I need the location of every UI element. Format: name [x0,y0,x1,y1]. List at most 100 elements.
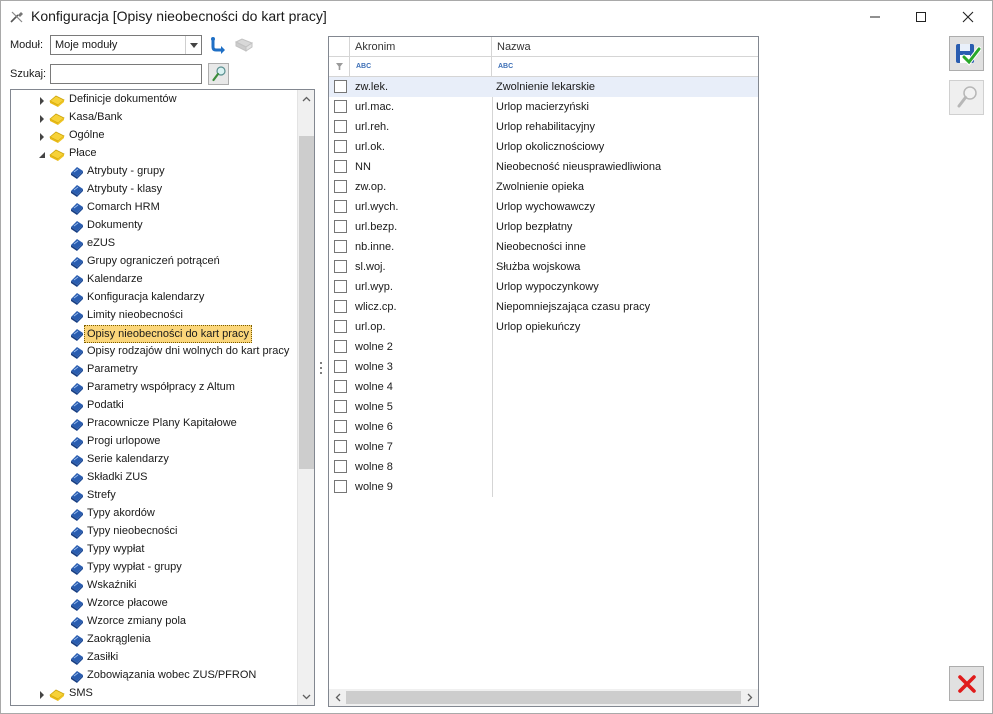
tree-item[interactable]: Konfiguracja kalendarzy [11,289,297,307]
grid-row[interactable]: wolne 4 [329,377,758,397]
grid-row[interactable]: wolne 9 [329,477,758,497]
grid-row[interactable]: zw.lek. Zwolnienie lekarskie [329,77,758,97]
search-button[interactable] [208,63,229,85]
scroll-right-icon[interactable] [741,689,758,706]
tree-item[interactable]: Wskaźniki [11,577,297,595]
tree-item[interactable]: Zaokrąglenia [11,631,297,649]
row-checkbox[interactable] [334,200,347,213]
grid-row[interactable]: wolne 7 [329,437,758,457]
configuration-tree[interactable]: Definicje dokumentów Kasa/Bank Ogólne Płace… [10,89,315,706]
grid-row[interactable]: url.bezp. Urlop bezpłatny [329,217,758,237]
row-checkbox[interactable] [334,320,347,333]
grid-row[interactable]: url.wyp. Urlop wypoczynkowy [329,277,758,297]
row-checkbox[interactable] [334,100,347,113]
row-checkbox[interactable] [334,80,347,93]
module-edit-button[interactable] [234,35,254,55]
grid-scroll-thumb[interactable] [346,691,741,704]
tree-item[interactable]: Zasiłki [11,649,297,667]
row-checkbox[interactable] [334,260,347,273]
grid-row[interactable]: wolne 3 [329,357,758,377]
tree-item[interactable]: Parametry [11,361,297,379]
tree-item[interactable]: Typy wypłat - grupy [11,559,297,577]
filter-cell-nazwa[interactable]: ABC [492,57,758,76]
expanded-arrow-icon[interactable] [38,150,46,158]
tree-item[interactable]: Opisy nieobecności do kart pracy [11,325,297,343]
row-checkbox[interactable] [334,480,347,493]
row-checkbox[interactable] [334,420,347,433]
scroll-up-icon[interactable] [298,90,314,107]
row-checkbox[interactable] [334,400,347,413]
tree-item[interactable]: Atrybuty - grupy [11,163,297,181]
collapsed-arrow-icon[interactable] [38,114,46,123]
grid-horizontal-scrollbar[interactable] [329,689,758,706]
tree-item[interactable]: Parametry współpracy z Altum [11,379,297,397]
tree-group[interactable]: Kasa/Bank [11,109,297,127]
row-checkbox[interactable] [334,140,347,153]
row-checkbox[interactable] [334,360,347,373]
collapsed-arrow-icon[interactable] [38,96,46,105]
grid-row[interactable]: wolne 5 [329,397,758,417]
panel-splitter-handle[interactable] [319,359,323,377]
grid-row[interactable]: nb.inne. Nieobecności inne [329,237,758,257]
tree-item[interactable]: Kalendarze [11,271,297,289]
row-checkbox[interactable] [334,220,347,233]
absences-grid[interactable]: Akronim Nazwa ABC ABC zw.lek. Zwolnienie … [328,36,759,707]
tree-group[interactable]: Płace [11,145,297,163]
row-checkbox[interactable] [334,160,347,173]
tree-item[interactable]: Dokumenty [11,217,297,235]
maximize-button[interactable] [898,1,944,32]
row-checkbox[interactable] [334,240,347,253]
tree-group[interactable]: SMS [11,685,297,703]
chevron-down-icon[interactable] [185,36,201,54]
row-checkbox[interactable] [334,460,347,473]
row-checkbox[interactable] [334,120,347,133]
save-button[interactable] [949,36,984,71]
filter-toggle[interactable] [329,57,350,76]
tree-item[interactable]: Grupy ograniczeń potrąceń [11,253,297,271]
grid-row[interactable]: url.reh. Urlop rehabilitacyjny [329,117,758,137]
grid-row[interactable]: url.wych. Urlop wychowawczy [329,197,758,217]
collapsed-arrow-icon[interactable] [38,132,46,141]
grid-row[interactable]: sl.woj. Służba wojskowa [329,257,758,277]
scroll-down-icon[interactable] [298,688,314,705]
tree-item[interactable]: Wzorce zmiany pola [11,613,297,631]
search-tool-button[interactable] [949,80,984,115]
row-checkbox[interactable] [334,280,347,293]
grid-row[interactable]: url.mac. Urlop macierzyński [329,97,758,117]
refresh-button[interactable] [208,35,228,55]
search-input[interactable] [50,64,202,84]
tree-item[interactable]: Pracownicze Plany Kapitałowe [11,415,297,433]
grid-row[interactable]: NN Nieobecność nieusprawiedliwiona [329,157,758,177]
cancel-button[interactable] [949,666,984,701]
tree-item[interactable]: Comarch HRM [11,199,297,217]
grid-row[interactable]: wolne 8 [329,457,758,477]
tree-item[interactable]: Składki ZUS [11,469,297,487]
row-checkbox[interactable] [334,300,347,313]
tree-item[interactable]: Strefy [11,487,297,505]
tree-vertical-scrollbar[interactable] [297,90,314,705]
tree-item[interactable]: Typy wypłat [11,541,297,559]
tree-item[interactable]: eZUS [11,235,297,253]
grid-row[interactable]: wolne 6 [329,417,758,437]
tree-item[interactable]: Atrybuty - klasy [11,181,297,199]
tree-scroll-thumb[interactable] [299,136,314,469]
module-select[interactable]: Moje moduły [50,35,202,55]
grid-row[interactable]: wolne 2 [329,337,758,357]
tree-group[interactable]: Definicje dokumentów [11,91,297,109]
grid-row[interactable]: url.op. Urlop opiekuńczy [329,317,758,337]
tree-item[interactable]: Limity nieobecności [11,307,297,325]
row-checkbox[interactable] [334,340,347,353]
column-header-akronim[interactable]: Akronim [350,37,492,57]
column-header-nazwa[interactable]: Nazwa [492,37,758,57]
tree-group[interactable]: Ogólne [11,127,297,145]
grid-row[interactable]: wlicz.cp. Niepomniejszająca czasu pracy [329,297,758,317]
grid-row[interactable]: zw.op. Zwolnienie opieka [329,177,758,197]
tree-item[interactable]: Serie kalendarzy [11,451,297,469]
tree-item[interactable]: Opisy rodzajów dni wolnych do kart pracy [11,343,297,361]
row-checkbox[interactable] [334,180,347,193]
tree-item[interactable]: Wzorce płacowe [11,595,297,613]
tree-item[interactable]: Progi urlopowe [11,433,297,451]
minimize-button[interactable] [852,1,898,32]
filter-cell-akronim[interactable]: ABC [350,57,492,76]
tree-item[interactable]: Typy akordów [11,505,297,523]
